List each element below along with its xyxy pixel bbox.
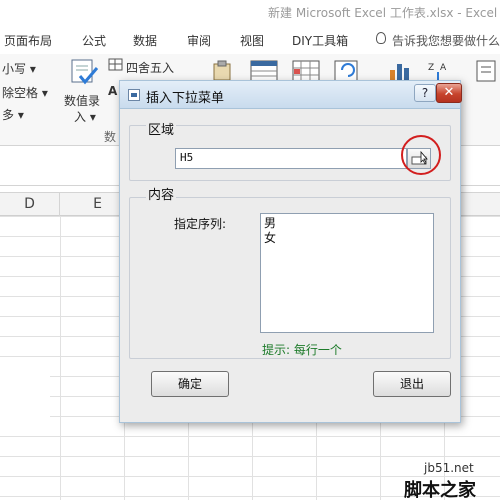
ribbon-group-label: 数 <box>104 130 117 144</box>
dialog-title-bar[interactable]: 插入下拉菜单 ? <box>120 81 460 109</box>
paste-icon <box>213 60 231 81</box>
svg-text:A: A <box>440 63 447 73</box>
dialog-title: 插入下拉菜单 <box>146 91 225 106</box>
svg-text:Z: Z <box>428 63 434 73</box>
excel-title-bar: 新建 Microsoft Excel 工作表.xlsx - Excel <box>0 0 500 26</box>
tell-me-box[interactable]: 告诉我您想要做什么 <box>392 32 500 49</box>
app-icon <box>128 89 140 101</box>
lightbulb-icon <box>376 32 386 44</box>
watermark-name: 脚本之家 <box>404 480 476 500</box>
numeric-entry-label-1[interactable]: 数值录 <box>64 92 100 109</box>
column-header-d[interactable]: D <box>0 193 60 217</box>
range-group-label: 区域 <box>146 119 177 138</box>
sequence-item: 女 <box>264 231 277 245</box>
more-button[interactable]: 多 ▾ <box>2 106 24 123</box>
selected-cell-area <box>0 370 50 426</box>
remove-space-button[interactable]: 除空格 ▾ <box>2 84 48 101</box>
sequence-label: 指定序列: <box>174 217 227 231</box>
watermark-site: jb51.net <box>424 461 474 475</box>
lowercase-button[interactable]: 小写 ▾ <box>2 60 36 77</box>
ribbon-a-label: A <box>108 84 118 98</box>
tab-data[interactable]: 数据 <box>133 32 157 49</box>
numeric-entry-label-2[interactable]: 入 ▾ <box>74 108 96 125</box>
window-title: 新建 Microsoft Excel 工作表.xlsx - Excel <box>268 6 498 20</box>
exit-button[interactable]: 退出 <box>373 371 451 397</box>
hint-text: 提示: 每行一个 <box>262 343 342 357</box>
tab-diy-toolbox[interactable]: DIY工具箱 <box>292 32 348 49</box>
annotation-red-circle <box>401 135 441 175</box>
numeric-entry-icon <box>71 59 99 85</box>
insert-dropdown-dialog: 插入下拉菜单 ? ✕ 区域 H5 内容 指定序列: 男 女 提示: 每行一个 确… <box>119 80 462 423</box>
round-icon <box>108 58 123 71</box>
content-group-label: 内容 <box>146 184 177 203</box>
range-input[interactable]: H5 <box>175 148 407 169</box>
sequence-item: 男 <box>264 216 277 230</box>
round-button[interactable]: 四舍五入 <box>126 59 174 76</box>
tab-view[interactable]: 视图 <box>240 32 264 49</box>
ok-button[interactable]: 确定 <box>151 371 229 397</box>
ribbon-tabs: 页面布局 公式 数据 审阅 视图 DIY工具箱 告诉我您想要做什么 <box>0 26 500 54</box>
help-button[interactable]: ? <box>414 84 436 102</box>
tab-review[interactable]: 审阅 <box>187 32 211 49</box>
sequence-textarea[interactable]: 男 女 <box>260 213 434 333</box>
data-validation-icon <box>476 60 496 82</box>
tab-formulas[interactable]: 公式 <box>82 32 106 49</box>
close-button[interactable]: ✕ <box>436 83 462 103</box>
tab-page-layout[interactable]: 页面布局 <box>4 32 52 49</box>
